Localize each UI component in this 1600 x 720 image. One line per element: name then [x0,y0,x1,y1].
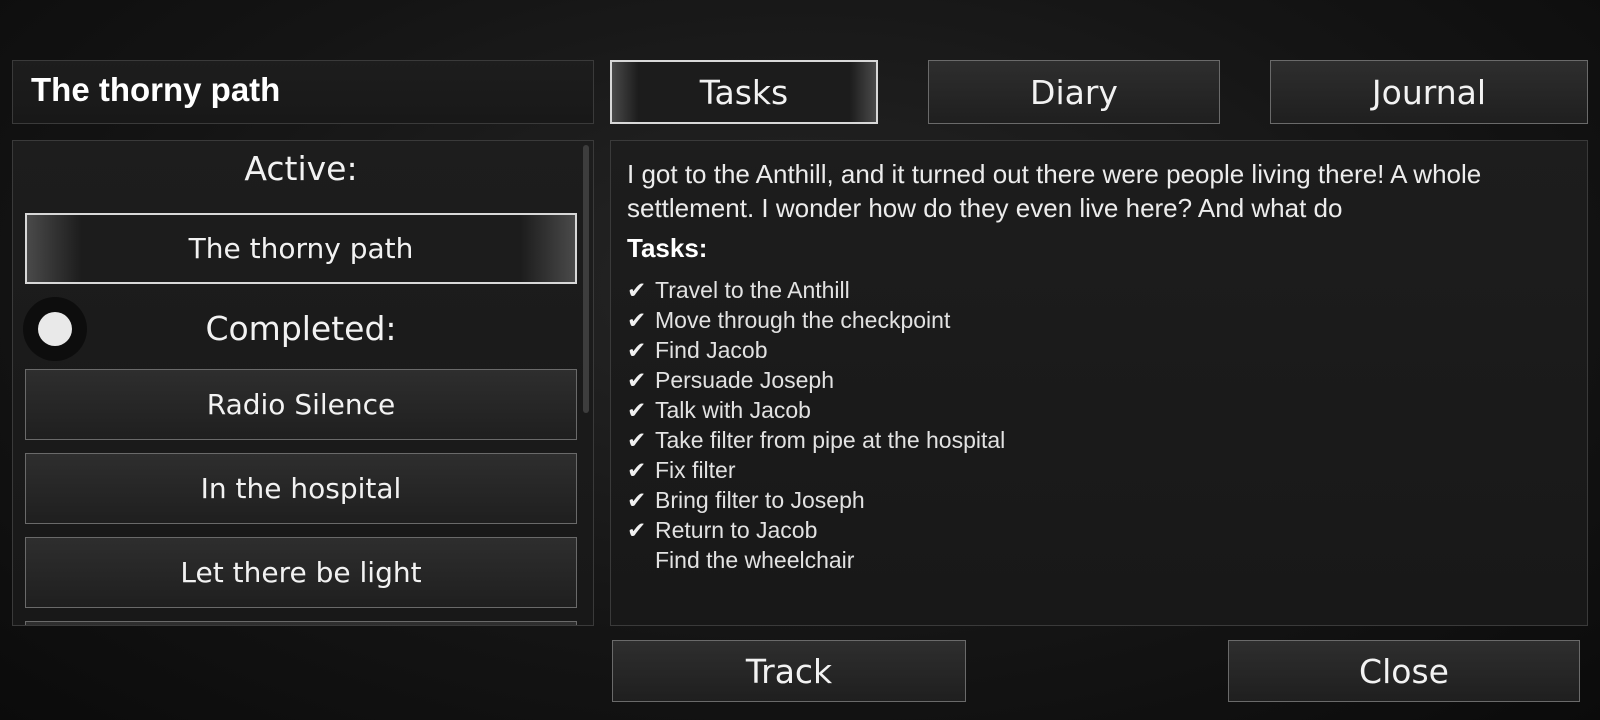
quest-details-panel: I got to the Anthill, and it turned out … [610,140,1588,626]
tasks-heading: Tasks: [627,233,708,263]
checkmark-icon: ✔ [627,277,647,303]
checkmark-icon: ✔ [627,427,647,453]
quest-item-active[interactable]: The thorny path [25,213,577,284]
task-text: Fix filter [655,457,736,483]
active-section-title: Active: [244,149,358,188]
quest-item-completed[interactable]: Radio Silence [25,369,577,440]
task-item: ✔ Persuade Joseph [627,365,1005,395]
close-button[interactable]: Close [1228,640,1580,702]
task-item: Find the wheelchair [627,545,1005,575]
task-text: Return to Jacob [655,517,818,543]
checkmark-icon: ✔ [627,457,647,483]
quest-item-completed[interactable] [25,621,577,625]
checkmark-icon: ✔ [627,337,647,363]
tab-diary[interactable]: Diary [928,60,1220,124]
tab-journal[interactable]: Journal [1270,60,1588,124]
task-item: ✔ Return to Jacob [627,515,1005,545]
task-item: ✔ Move through the checkpoint [627,305,1005,335]
task-list: ✔ Travel to the Anthill ✔ Move through the … [627,275,1005,575]
quest-item-completed[interactable]: Let there be light [25,537,577,608]
track-button[interactable]: Track [612,640,966,702]
task-text: Take filter from pipe at the hospital [655,427,1006,453]
quest-item-completed[interactable]: In the hospital [25,453,577,524]
task-text: Find the wheelchair [655,547,855,573]
task-text: Bring filter to Joseph [655,487,865,513]
completed-section-title: Completed: [205,309,397,348]
task-item: ✔ Fix filter [627,455,1005,485]
quest-description: I got to the Anthill, and it turned out … [627,159,1482,223]
task-text: Find Jacob [655,337,768,363]
task-text: Persuade Joseph [655,367,835,393]
page-title: The thorny path [31,71,281,108]
checkmark-icon: ✔ [627,517,647,543]
task-item: ✔ Take filter from pipe at the hospital [627,425,1005,455]
task-item: ✔ Talk with Jacob [627,395,1005,425]
checkmark-icon: ✔ [627,307,647,333]
checkmark-icon: ✔ [627,487,647,513]
tab-tasks[interactable]: Tasks [610,60,878,124]
task-item: ✔ Travel to the Anthill [627,275,1005,305]
task-item: ✔ Find Jacob [627,335,1005,365]
task-text: Travel to the Anthill [655,277,850,303]
checkmark-icon: ✔ [627,397,647,423]
task-text: Move through the checkpoint [655,307,951,333]
quest-list-panel: Active: The thorny path Completed: Radio… [12,140,594,626]
task-text: Talk with Jacob [655,397,811,423]
quest-title-panel: The thorny path [12,60,594,124]
checkmark-icon: ✔ [627,367,647,393]
task-item: ✔ Bring filter to Joseph [627,485,1005,515]
